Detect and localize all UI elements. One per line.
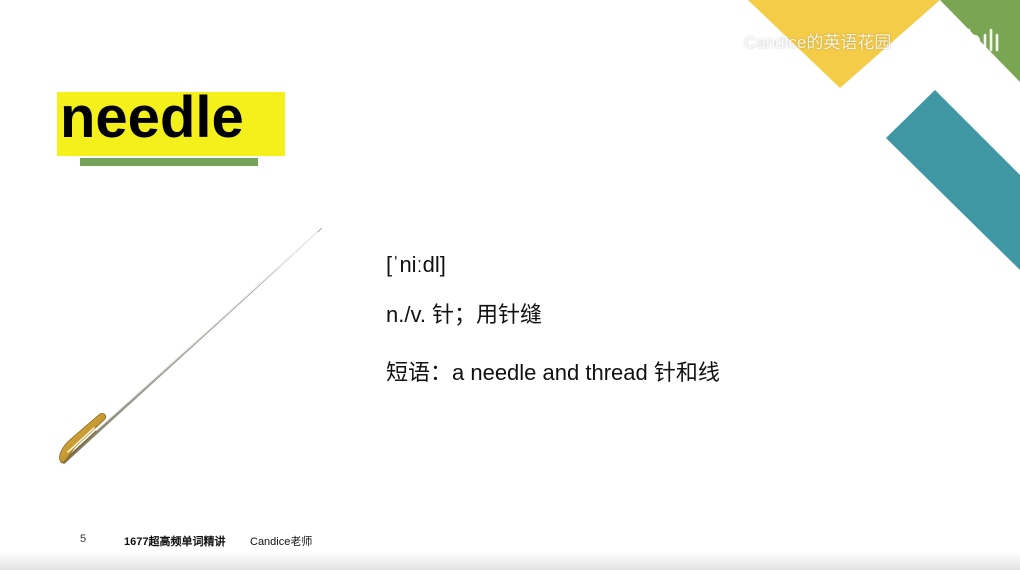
bilibili-logo-icon [934,28,999,52]
word-underline [80,158,258,166]
watermark-channel: Candice的英语花园 [744,33,892,52]
needle-icon [59,227,323,465]
teal-band [886,90,1020,270]
slide: needle [ˈniːdl] n./v. 针；用针缝 短语：a needle … [0,0,1020,570]
bottom-shade [0,552,1020,570]
watermark: Candice的英语花园 [744,26,1014,54]
teacher-name: Candice老师 [250,536,313,548]
phonetic-text: [ˈniːdl] [386,252,446,277]
vocab-word: needle [60,85,244,150]
page-number: 5 [80,533,87,545]
definition-text: n./v. 针；用针缝 [386,302,543,327]
course-title: 1677超高频单词精讲 [124,536,226,548]
phrase-text: 短语：a needle and thread 针和线 [386,360,720,385]
